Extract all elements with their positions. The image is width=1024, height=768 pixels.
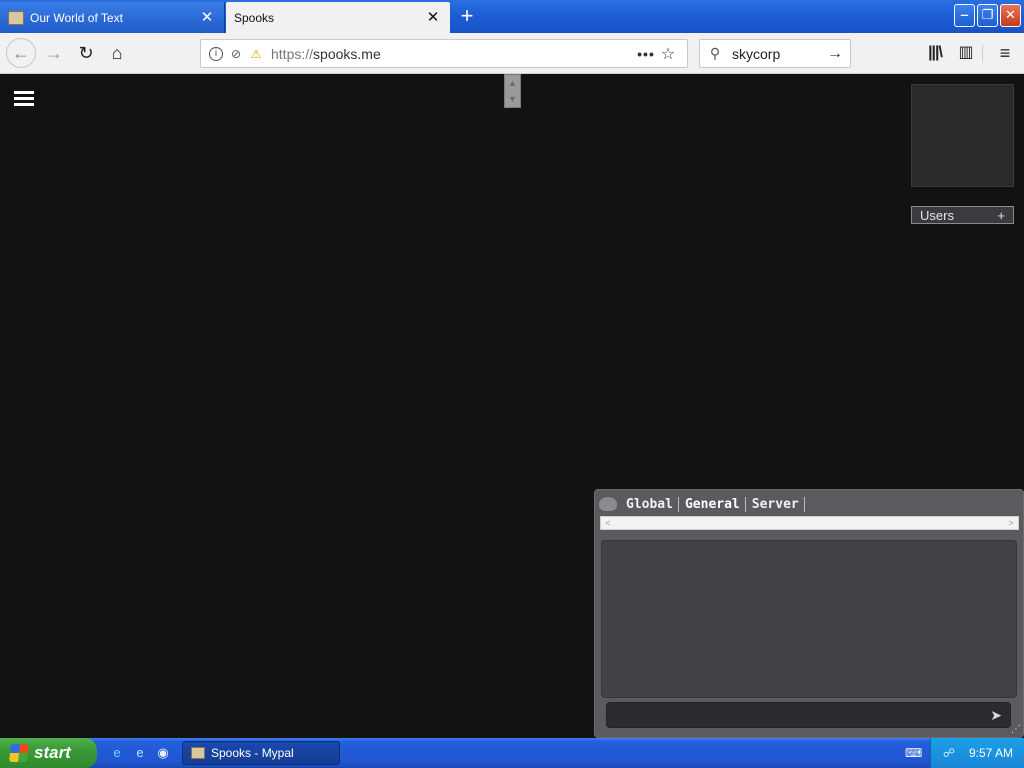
users-panel-toggle[interactable]: Users + (911, 206, 1014, 224)
search-icon: ⚲ (709, 45, 721, 61)
minimize-button[interactable]: ‒ (954, 4, 975, 27)
close-icon[interactable]: ✕ (198, 10, 216, 25)
scroll-down-icon[interactable]: ▼ (505, 91, 520, 107)
navigation-toolbar: ← → ↻ ⌂ i ⊘ ⚠ https://spooks.me ••• ☆ ⚲ … (0, 33, 1024, 74)
chat-panel: Global General Server < > ➤ ⋰ (594, 489, 1024, 738)
chat-tab-bar: Global General Server (599, 494, 810, 514)
menu-line (14, 91, 34, 94)
chat-horizontal-scrollbar[interactable]: < > (600, 516, 1019, 530)
page-canvas[interactable]: ▲ ▼ Users + Global General Server < > ➤ … (0, 74, 1024, 738)
back-button[interactable]: ← (6, 38, 36, 68)
close-icon[interactable]: ✕ (424, 10, 442, 25)
scroll-widget[interactable]: ▲ ▼ (504, 74, 521, 108)
home-button[interactable]: ⌂ (103, 39, 131, 67)
info-icon[interactable]: i (209, 46, 223, 61)
resize-grip-icon[interactable]: ⋰ (1011, 725, 1021, 735)
chat-icon (599, 497, 617, 511)
url-text[interactable]: https://spooks.me (271, 46, 635, 62)
task-label: Spooks - Mypal (211, 746, 294, 760)
title-bar: Our World of Text ✕ Spooks ✕ + ‒ ❐ ✕ (0, 0, 1024, 33)
clock[interactable]: 9:57 AM (969, 746, 1013, 760)
tab-our-world-of-text[interactable]: Our World of Text ✕ (0, 2, 225, 33)
scroll-left-icon[interactable]: < (601, 517, 615, 529)
chat-tab-general[interactable]: General (684, 496, 746, 512)
users-label: Users (920, 207, 954, 223)
sidebar-icon[interactable]: ▥ (952, 39, 980, 67)
menu-line (14, 97, 34, 100)
forward-button[interactable]: → (40, 39, 68, 67)
system-tray: ☍ 9:57 AM (930, 738, 1024, 768)
tab-label: Spooks (234, 10, 275, 25)
tab-spooks[interactable]: Spooks ✕ (226, 2, 450, 33)
window-icon (191, 747, 205, 759)
keyboard-icon[interactable]: ⌨ (905, 746, 922, 760)
start-label: start (34, 743, 71, 762)
url-bar[interactable]: i ⊘ ⚠ https://spooks.me ••• ☆ (200, 39, 688, 68)
browser-quicklaunch-icon[interactable]: e (131, 744, 149, 762)
owot-favicon-icon (8, 10, 24, 25)
taskbar: start e e ◉ Spooks - Mypal ⌨ ☍ 9:57 AM (0, 738, 1024, 768)
chat-messages (601, 540, 1017, 698)
url-host: spooks.me (313, 45, 381, 62)
new-tab-button[interactable]: + (454, 4, 480, 30)
scroll-right-icon[interactable]: > (1004, 517, 1018, 529)
tab-label: Our World of Text (30, 10, 123, 25)
menu-line (14, 103, 34, 106)
network-icon[interactable]: ☍ (941, 746, 957, 760)
search-input[interactable]: skycorp (732, 46, 826, 62)
security-warning-icon[interactable]: ⚠ (249, 47, 263, 61)
expand-users-icon[interactable]: + (997, 208, 1005, 223)
maximize-button[interactable]: ❐ (977, 4, 998, 27)
user-preview-box (911, 84, 1014, 187)
chat-input[interactable]: ➤ (606, 702, 1011, 728)
search-go-icon[interactable]: → (826, 45, 844, 63)
media-player-quicklaunch-icon[interactable]: ◉ (154, 744, 172, 762)
hamburger-menu-icon[interactable]: ≡ (991, 39, 1019, 67)
toolbar-divider (982, 45, 983, 63)
windows-logo-icon (9, 744, 29, 762)
close-window-button[interactable]: ✕ (1000, 4, 1021, 27)
scroll-up-icon[interactable]: ▲ (505, 75, 520, 91)
page-menu-icon[interactable] (14, 91, 34, 107)
library-icon[interactable]: |||\ (921, 39, 949, 67)
chat-tab-global[interactable]: Global (625, 496, 679, 512)
reload-button[interactable]: ↻ (72, 39, 100, 67)
taskbar-window-spooks[interactable]: Spooks - Mypal (182, 741, 340, 765)
page-actions-icon[interactable]: ••• (635, 46, 657, 62)
url-scheme: https:// (271, 45, 314, 62)
send-icon[interactable]: ➤ (990, 707, 1002, 724)
chat-tab-server[interactable]: Server (751, 496, 805, 512)
ie-quicklaunch-icon[interactable]: e (108, 744, 126, 762)
bookmark-star-icon[interactable]: ☆ (657, 44, 679, 64)
start-button[interactable]: start (0, 738, 97, 768)
tracking-protection-icon[interactable]: ⊘ (229, 47, 243, 61)
search-bar[interactable]: ⚲ skycorp → (699, 39, 851, 68)
